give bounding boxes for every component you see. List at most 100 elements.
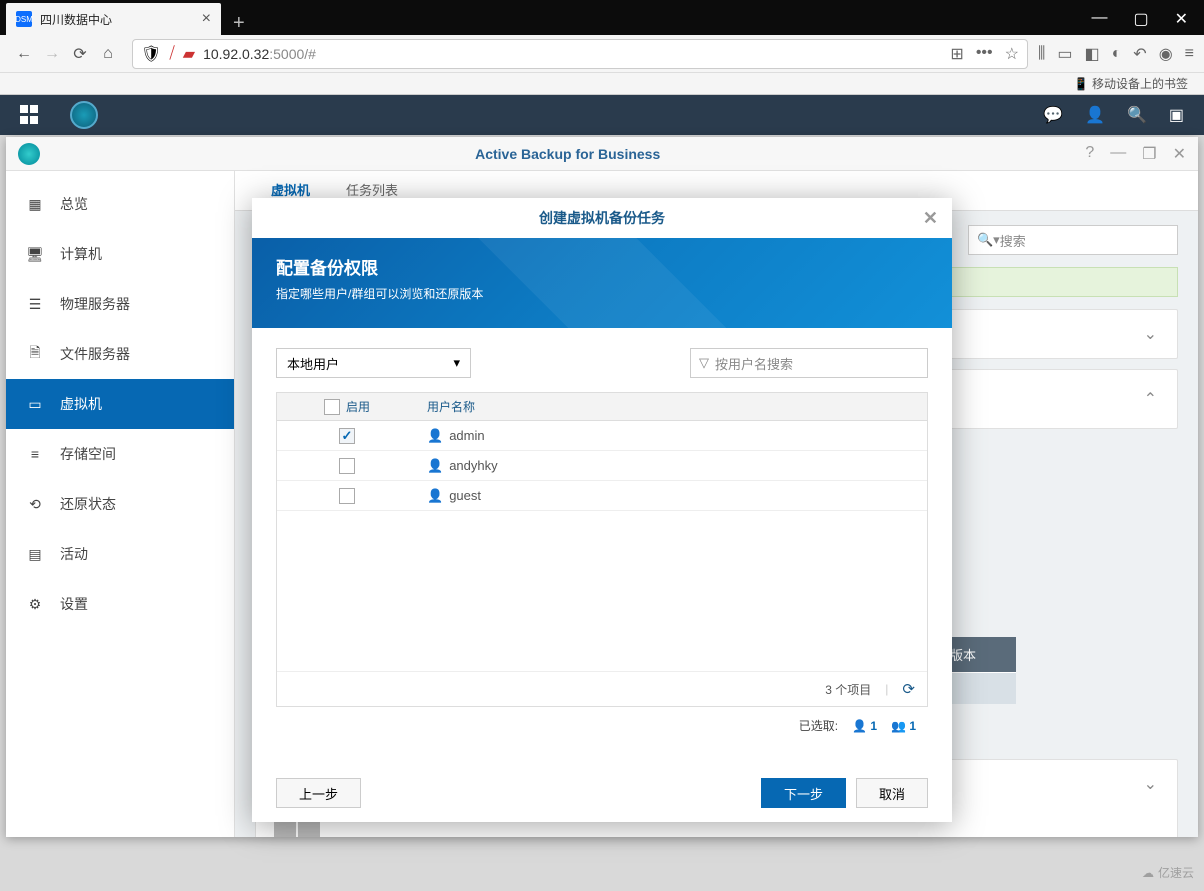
browser-tab[interactable]: DSM 四川数据中心 × <box>6 3 221 35</box>
chevron-down-icon: ⌄ <box>1144 324 1157 344</box>
menu-icon[interactable]: ≡ <box>1185 45 1194 63</box>
modal-close-icon[interactable]: ✕ <box>923 208 938 229</box>
url-text: 10.92.0.32:5000/# <box>203 46 950 62</box>
search-input[interactable]: 🔍▾ 搜索 <box>968 225 1178 255</box>
create-backup-task-modal: 创建虚拟机备份任务 ✕ 配置备份权限 指定哪些用户/群组可以浏览和还原版本 本地… <box>252 198 952 822</box>
prev-button[interactable]: 上一步 <box>276 778 361 808</box>
address-bar: ← → ⟳ ⌂ 🛡 ⧸ ▰ 10.92.0.32:5000/# ⊞ ••• ☆ … <box>0 35 1204 73</box>
row-checkbox[interactable] <box>339 428 355 444</box>
pocket-icon[interactable]: ◧ <box>1084 44 1099 64</box>
home-button[interactable]: ⌂ <box>94 40 122 68</box>
user-icon: 👤 <box>427 488 443 503</box>
tab-close-icon[interactable]: × <box>202 10 211 28</box>
forward-button[interactable]: → <box>38 40 66 68</box>
user-icon: 👤 <box>852 719 867 733</box>
cancel-button[interactable]: 取消 <box>856 778 928 808</box>
widgets-icon[interactable]: ▣ <box>1169 105 1184 125</box>
app-titlebar: Active Backup for Business ? — ❐ ✕ <box>6 137 1198 171</box>
app-minimize-icon[interactable]: — <box>1110 144 1126 164</box>
user-icon: 👤 <box>427 428 443 443</box>
app-close-icon[interactable]: ✕ <box>1173 144 1186 164</box>
table-row[interactable]: 👤guest <box>277 481 927 511</box>
app-title: Active Backup for Business <box>50 146 1085 162</box>
tab-title: 四川数据中心 <box>40 11 202 28</box>
group-icon: 👥 <box>891 719 906 733</box>
table-header: 启用 用户名称 <box>277 393 927 421</box>
search-icon: 🔍▾ <box>977 232 1000 248</box>
vm-icon: ▭ <box>24 393 46 415</box>
url-box[interactable]: 🛡 ⧸ ▰ 10.92.0.32:5000/# ⊞ ••• ☆ <box>132 39 1028 69</box>
table-row[interactable]: 👤admin <box>277 421 927 451</box>
app-help-icon[interactable]: ? <box>1085 144 1094 164</box>
sidebar-item-fileserver[interactable]: 🗎文件服务器 <box>6 329 234 379</box>
restore-icon: ⟲ <box>24 493 46 515</box>
new-tab-button[interactable]: + <box>221 12 257 35</box>
watermark: ☁亿速云 <box>1142 864 1194 881</box>
sidebar-item-storage[interactable]: ≡存储空间 <box>6 429 234 479</box>
app-icon <box>18 143 40 165</box>
bookmark-star-icon[interactable]: ☆ <box>1005 44 1019 64</box>
select-all-checkbox[interactable] <box>324 399 340 415</box>
sidebar: ▦总览 🖥计算机 ☰物理服务器 🗎文件服务器 ▭虚拟机 ≡存储空间 ⟲还原状态 … <box>6 171 235 837</box>
user-search-input[interactable]: ▽ 按用户名搜索 <box>690 348 928 378</box>
user-table: 启用 用户名称 👤admin 👤andyhky 👤guest 3 个项目 | ⟳ <box>276 392 928 707</box>
table-footer: 3 个项目 | ⟳ <box>277 671 927 706</box>
sidebar-item-restore[interactable]: ⟲还原状态 <box>6 479 234 529</box>
modal-title: 创建虚拟机备份任务 ✕ <box>252 198 952 238</box>
app-maximize-icon[interactable]: ❐ <box>1142 144 1156 164</box>
sidebar-item-activity[interactable]: ▤活动 <box>6 529 234 579</box>
banner-subtitle: 指定哪些用户/群组可以浏览和还原版本 <box>276 285 928 302</box>
sidebar-item-computers[interactable]: 🖥计算机 <box>6 229 234 279</box>
library-icon[interactable]: ⫼ <box>1038 45 1045 63</box>
back-button[interactable]: ← <box>10 40 38 68</box>
sidebar-item-physical[interactable]: ☰物理服务器 <box>6 279 234 329</box>
sidebar-item-overview[interactable]: ▦总览 <box>6 179 234 229</box>
row-checkbox[interactable] <box>339 488 355 504</box>
chevron-down-icon: ▾ <box>453 355 460 371</box>
user-icon[interactable]: 👤 <box>1085 105 1105 125</box>
window-minimize-icon[interactable]: — <box>1091 9 1107 29</box>
account-icon[interactable]: ◉ <box>1159 44 1173 64</box>
tracker-icon[interactable]: ⧸ <box>169 45 174 63</box>
sidebar-item-settings[interactable]: ⚙设置 <box>6 579 234 629</box>
tab-favicon: DSM <box>16 11 32 27</box>
apps-launcher-icon[interactable] <box>20 105 40 125</box>
files-icon: 🗎 <box>24 343 46 365</box>
more-icon[interactable]: ••• <box>976 44 993 64</box>
items-count: 3 个项目 <box>825 681 871 698</box>
window-maximize-icon[interactable]: ▢ <box>1133 9 1148 29</box>
containers-icon[interactable]: ◐ <box>1112 45 1122 63</box>
table-row[interactable]: 👤andyhky <box>277 451 927 481</box>
dsm-top-bar: 💬 👤 🔍 ▣ <box>0 95 1204 135</box>
chevron-down-icon: ⌄ <box>1144 774 1157 794</box>
row-checkbox[interactable] <box>339 458 355 474</box>
next-button[interactable]: 下一步 <box>761 778 846 808</box>
active-backup-icon[interactable] <box>70 101 98 129</box>
shield-icon[interactable]: 🛡 <box>141 44 161 64</box>
banner-heading: 配置备份权限 <box>276 254 928 279</box>
extension-icon[interactable]: ▰ <box>183 44 195 64</box>
browser-tabs-bar: DSM 四川数据中心 × + — ▢ ✕ <box>0 0 1204 35</box>
cloud-icon: ☁ <box>1142 866 1154 880</box>
reload-button[interactable]: ⟳ <box>66 40 94 68</box>
modal-footer: 上一步 下一步 取消 <box>252 764 952 822</box>
bookmarks-bar: 📱 移动设备上的书签 <box>0 73 1204 95</box>
mobile-bookmarks-link[interactable]: 📱 移动设备上的书签 <box>1074 75 1188 92</box>
overview-icon: ▦ <box>24 193 46 215</box>
filter-icon: ▽ <box>699 355 709 371</box>
selected-summary: 已选取: 👤 1 👥 1 <box>276 707 928 744</box>
storage-icon: ≡ <box>24 443 46 465</box>
modal-banner: 配置备份权限 指定哪些用户/群组可以浏览和还原版本 <box>252 238 952 328</box>
window-close-icon[interactable]: ✕ <box>1175 9 1188 29</box>
computer-icon: 🖥 <box>24 243 46 265</box>
user-scope-dropdown[interactable]: 本地用户▾ <box>276 348 471 378</box>
refresh-icon[interactable]: ⟳ <box>902 680 915 698</box>
sidebar-item-vm[interactable]: ▭虚拟机 <box>6 379 234 429</box>
qr-icon[interactable]: ⊞ <box>950 44 963 64</box>
search-icon[interactable]: 🔍 <box>1127 105 1147 125</box>
messages-icon[interactable]: 💬 <box>1043 105 1063 125</box>
undo-icon[interactable]: ↶ <box>1133 44 1146 64</box>
server-icon: ☰ <box>24 293 46 315</box>
sidebar-icon[interactable]: ▭ <box>1057 44 1072 64</box>
activity-icon: ▤ <box>24 543 46 565</box>
